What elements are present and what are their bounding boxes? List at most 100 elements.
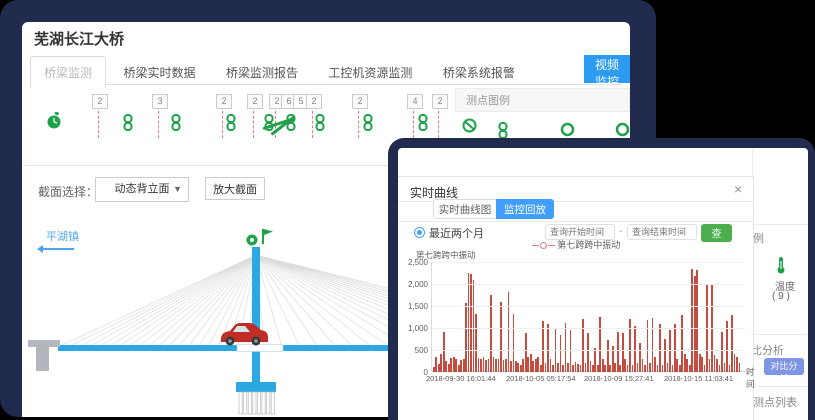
chart-bar xyxy=(515,361,517,372)
chart-bar xyxy=(498,359,500,372)
x-tick-label: 2018-10-09 15:27:41 xyxy=(584,374,654,383)
chart-bar xyxy=(562,365,564,372)
chart-bar xyxy=(448,364,450,372)
chart-bar xyxy=(433,367,435,372)
chart-bar xyxy=(547,324,549,372)
compare-analysis-button[interactable]: 对比分析 xyxy=(764,358,804,375)
chart-bar xyxy=(701,357,703,372)
chart-bar xyxy=(694,276,696,372)
pylon-flag-icon xyxy=(262,229,273,244)
chart-bar xyxy=(440,354,442,372)
tab-ipc-resource-monitor[interactable]: 工控机资源监测 xyxy=(315,57,425,87)
divider xyxy=(398,221,754,222)
chart-bar xyxy=(592,365,594,372)
chart-bar xyxy=(709,359,711,372)
modal-window: 测点图例 温度 ( 9 ) 对比分析 对比分析 选测点列表 实时曲线 × 实时曲… xyxy=(398,148,808,420)
tab-bridge-realtime-data[interactable]: 桥梁实时数据 xyxy=(110,57,208,87)
close-icon[interactable]: × xyxy=(734,181,742,197)
measure-point-legend-header: 测点图例 xyxy=(455,88,630,112)
y-tick-label: 2,500 xyxy=(398,258,428,267)
gridline xyxy=(432,350,745,351)
chart-bar xyxy=(639,343,641,372)
main-tabbar: 桥梁监测 桥梁实时数据 桥梁监测报告 工控机资源监测 桥梁系统报警 xyxy=(30,56,622,85)
chart-bar xyxy=(522,359,524,372)
video-monitor-button[interactable]: 视频监控 xyxy=(584,55,630,83)
chart-bar xyxy=(453,357,455,372)
chart-bar xyxy=(719,365,721,372)
x-tick-label: 2018-09-30 16:01:44 xyxy=(426,374,496,383)
chart-bar xyxy=(681,315,683,372)
chart-bar xyxy=(557,363,559,372)
x-axis-title: 时间 xyxy=(746,366,755,390)
chart-bar xyxy=(550,359,552,372)
y-tick-label: 500 xyxy=(398,346,428,355)
tab-monitor-playback[interactable]: 监控回放 xyxy=(496,199,554,219)
ring-legend-icon xyxy=(560,122,575,137)
chart-bar xyxy=(443,332,445,372)
chart-bar xyxy=(674,324,676,372)
clock-icon xyxy=(46,112,62,130)
chain-sensor-icon xyxy=(122,114,134,131)
chart-bar xyxy=(632,365,634,372)
chart-bar xyxy=(731,315,733,372)
gridline xyxy=(432,306,745,307)
range-separator: - xyxy=(619,226,622,237)
chart-bar xyxy=(463,359,465,372)
y-tick-label: 2,000 xyxy=(398,280,428,289)
chart-bar xyxy=(532,361,534,372)
last-two-months-radio[interactable] xyxy=(414,227,425,238)
bridge-pier xyxy=(28,340,60,371)
pylon-crossbeam xyxy=(236,382,276,392)
ban-icon xyxy=(462,118,477,133)
chart-bar xyxy=(493,357,495,372)
chart-bar xyxy=(465,303,467,372)
chart-bar xyxy=(609,365,611,372)
chart-bar xyxy=(637,363,639,372)
chart-bar xyxy=(617,332,619,372)
chart-bar xyxy=(587,333,589,372)
chart-bar xyxy=(530,354,532,372)
chart-bar xyxy=(508,292,510,372)
x-tick-label: 2018-10-05 05:17:54 xyxy=(506,374,576,383)
chart-bar xyxy=(535,359,537,372)
sensor-count-badge: 2 xyxy=(247,94,263,109)
pylon-piles xyxy=(239,392,274,414)
chart-bar xyxy=(513,314,515,372)
temperature-count: ( 9 ) xyxy=(772,291,790,302)
chart-bar xyxy=(470,274,472,372)
chart-bar xyxy=(570,330,572,372)
y-tick-label: 0 xyxy=(398,368,428,377)
chain-sensor-icon xyxy=(225,114,237,131)
sensor-count-badge: 2 xyxy=(432,94,448,109)
chart-bar xyxy=(627,365,629,372)
chart-bar xyxy=(642,359,644,372)
gridline xyxy=(432,262,745,263)
chart-bar xyxy=(520,365,522,372)
chart-bar xyxy=(445,361,447,372)
tab-bridge-monitor[interactable]: 桥梁监测 xyxy=(30,56,106,88)
y-tick-label: 1,500 xyxy=(398,302,428,311)
chart-bar xyxy=(473,280,475,372)
realtime-curve-dialog: 实时曲线 × 实时曲线图 监控回放 最近两个月 - 查询 第七跨跨中振动 第七跨… xyxy=(398,176,754,420)
enlarge-section-button[interactable]: 放大截面 xyxy=(205,177,265,200)
tab-realtime-curve-view[interactable]: 实时曲线图 xyxy=(433,199,497,219)
sensor-count-badge: 2 xyxy=(352,94,368,109)
chart-bar xyxy=(435,357,437,372)
chart-bar xyxy=(527,357,529,372)
chart-bar xyxy=(540,365,542,372)
tab-bridge-report[interactable]: 桥梁监测报告 xyxy=(213,57,311,87)
chain-sensor-icon xyxy=(362,114,374,131)
chart-bars xyxy=(433,262,745,372)
deck-joint xyxy=(237,345,283,352)
chart-bar xyxy=(734,354,736,372)
chain-legend-icon xyxy=(497,122,509,139)
chart-bar xyxy=(629,319,631,372)
chart-bar xyxy=(468,273,470,372)
tab-bridge-alarm[interactable]: 桥梁系统报警 xyxy=(430,57,528,87)
chart-bar xyxy=(654,357,656,372)
chart-bar xyxy=(619,365,621,372)
chart-bar xyxy=(475,314,477,372)
chart-bar xyxy=(664,339,666,372)
section-select-dropdown[interactable]: 动态背立面 ▼ xyxy=(95,177,189,202)
chart-bar xyxy=(624,359,626,372)
